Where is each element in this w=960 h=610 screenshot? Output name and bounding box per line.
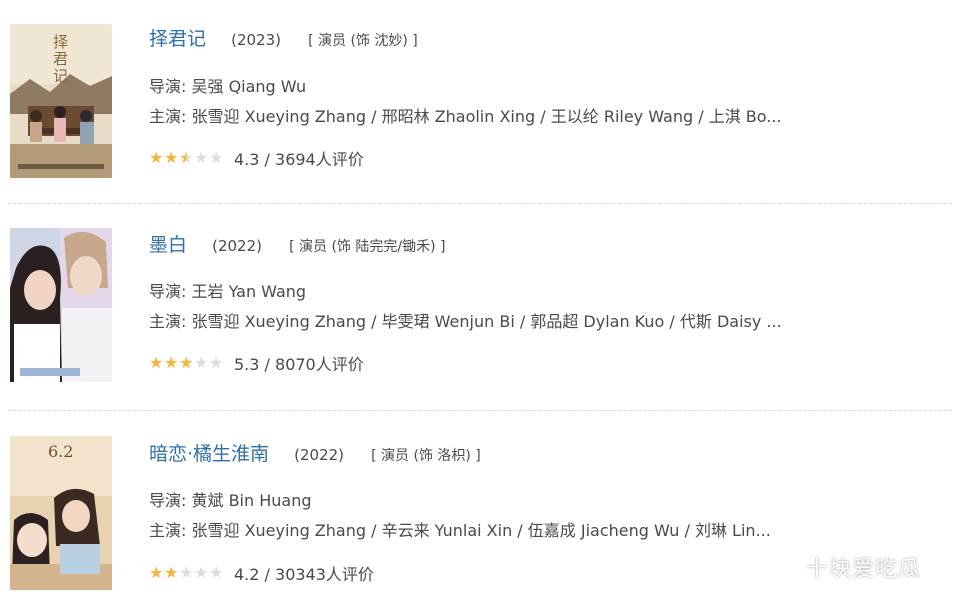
- cast-line: 主演: 张雪迎 Xueying Zhang / 毕雯珺 Wenjun Bi / …: [149, 312, 782, 331]
- poster-title: 6.2: [48, 442, 74, 461]
- movie-title-link[interactable]: 墨白: [149, 234, 187, 256]
- movie-title-link[interactable]: 暗恋·橘生淮南: [149, 443, 269, 465]
- rating-stars: ★ ★ ★ ★ ★: [149, 565, 224, 581]
- star-icon: ★: [179, 353, 194, 372]
- star-empty-icon: ★: [209, 148, 224, 167]
- watermark-text: 十块爱吃瓜: [806, 557, 922, 582]
- movie-poster[interactable]: 6.2: [10, 436, 112, 590]
- watermark: 十块爱吃瓜: [762, 550, 921, 584]
- star-icon: ★: [164, 563, 179, 582]
- rating-text: 4.3 / 3694人评价: [234, 150, 364, 169]
- director-line: 导演: 黄斌 Bin Huang: [149, 491, 312, 510]
- star-icon: ★: [164, 148, 179, 167]
- director-line: 导演: 王岩 Yan Wang: [149, 282, 307, 301]
- movie-poster[interactable]: [10, 228, 112, 382]
- star-empty-icon: ★: [194, 353, 209, 372]
- star-icon: ★: [149, 148, 164, 167]
- star-icon: ★: [149, 563, 164, 582]
- rating-text: 5.3 / 8070人评价: [234, 355, 364, 374]
- role-label: [ 演员 (饰 洛枳) ]: [371, 448, 481, 464]
- rating-text: 4.2 / 30343人评价: [234, 565, 374, 584]
- item-divider: [8, 203, 952, 204]
- star-empty-icon: ★: [194, 148, 209, 167]
- star-empty-icon: ★: [209, 353, 224, 372]
- star-empty-icon: ★: [194, 563, 209, 582]
- star-icon: ★: [164, 353, 179, 372]
- movie-year: (2022): [294, 446, 345, 464]
- star-icon: ★: [149, 353, 164, 372]
- movie-title-link[interactable]: 择君记: [149, 28, 206, 50]
- movie-year: (2023): [231, 31, 281, 49]
- rating-stars: ★ ★ ★ ★ ★: [149, 150, 224, 166]
- poster-title: 择君记: [51, 34, 69, 85]
- star-empty-icon: ★: [209, 563, 224, 582]
- star-half-icon: ★: [179, 148, 194, 167]
- item-divider: [8, 410, 952, 411]
- director-line: 导演: 吴强 Qiang Wu: [149, 77, 307, 96]
- rating-stars: ★ ★ ★ ★ ★: [149, 355, 224, 371]
- star-empty-icon: ★: [179, 563, 194, 582]
- role-label: [ 演员 (饰 沈妙) ]: [308, 33, 418, 49]
- cast-line: 主演: 张雪迎 Xueying Zhang / 辛云来 Yunlai Xin /…: [149, 521, 771, 540]
- wechat-icon: [762, 550, 798, 584]
- movie-year: (2022): [212, 237, 262, 255]
- role-label: [ 演员 (饰 陆完完/锄禾) ]: [289, 239, 446, 255]
- movie-poster[interactable]: 择君记: [10, 24, 112, 178]
- cast-line: 主演: 张雪迎 Xueying Zhang / 邢昭林 Zhaolin Xing…: [149, 107, 782, 126]
